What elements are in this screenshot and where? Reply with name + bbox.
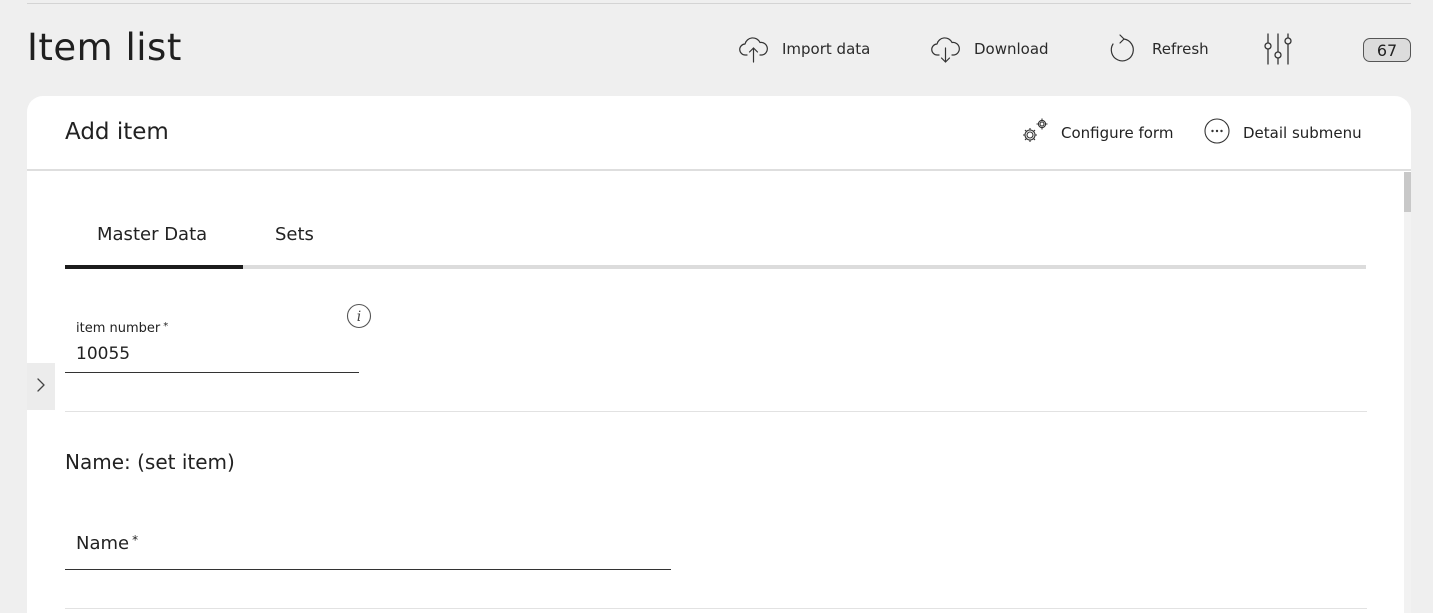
download-label: Download	[974, 40, 1049, 58]
refresh-icon	[1107, 33, 1137, 65]
scrollbar-track[interactable]	[1404, 172, 1411, 613]
gears-icon	[1020, 116, 1050, 150]
detail-submenu-button[interactable]: Detail submenu	[1204, 118, 1362, 148]
name-input[interactable]	[76, 540, 666, 566]
filter-settings-button[interactable]	[1262, 32, 1294, 66]
tab-bar: Master Data Sets	[65, 216, 1366, 269]
item-number-label: item number *	[76, 321, 169, 336]
card-title: Add item	[65, 119, 169, 145]
detail-submenu-label: Detail submenu	[1243, 124, 1362, 142]
svg-text:i: i	[357, 309, 361, 325]
configure-form-button[interactable]: Configure form	[1020, 118, 1173, 148]
name-underline	[65, 569, 671, 570]
toolbar: Import data Download Refresh 67	[0, 0, 1433, 96]
chevron-right-icon	[36, 377, 46, 397]
tab-sets[interactable]: Sets	[275, 224, 314, 245]
bottom-divider	[65, 608, 1367, 609]
card-header: Add item Configure form Detail submenu	[27, 96, 1411, 171]
item-number-underline	[65, 372, 359, 373]
section-divider	[65, 411, 1367, 412]
import-data-label: Import data	[782, 40, 871, 58]
section-title: Name: (set item)	[65, 450, 235, 474]
info-icon[interactable]: i	[346, 303, 372, 333]
cloud-upload-icon	[738, 34, 769, 64]
cloud-download-icon	[930, 34, 961, 64]
item-number-input[interactable]	[76, 341, 356, 367]
configure-form-label: Configure form	[1061, 124, 1174, 142]
add-item-card: Add item Configure form Detail submenu M…	[27, 96, 1411, 613]
more-dots-icon	[1204, 118, 1230, 148]
import-data-button[interactable]: Import data	[738, 32, 870, 66]
refresh-button[interactable]: Refresh	[1107, 32, 1209, 66]
sliders-icon	[1262, 32, 1294, 66]
refresh-label: Refresh	[1152, 40, 1209, 58]
tab-master-data[interactable]: Master Data	[97, 224, 207, 245]
item-count-badge: 67	[1363, 38, 1411, 62]
scrollbar-thumb[interactable]	[1404, 172, 1411, 212]
download-button[interactable]: Download	[930, 32, 1049, 66]
active-tab-indicator	[65, 265, 243, 269]
sidebar-expand-button[interactable]	[27, 363, 55, 410]
tab-track	[65, 265, 1366, 269]
